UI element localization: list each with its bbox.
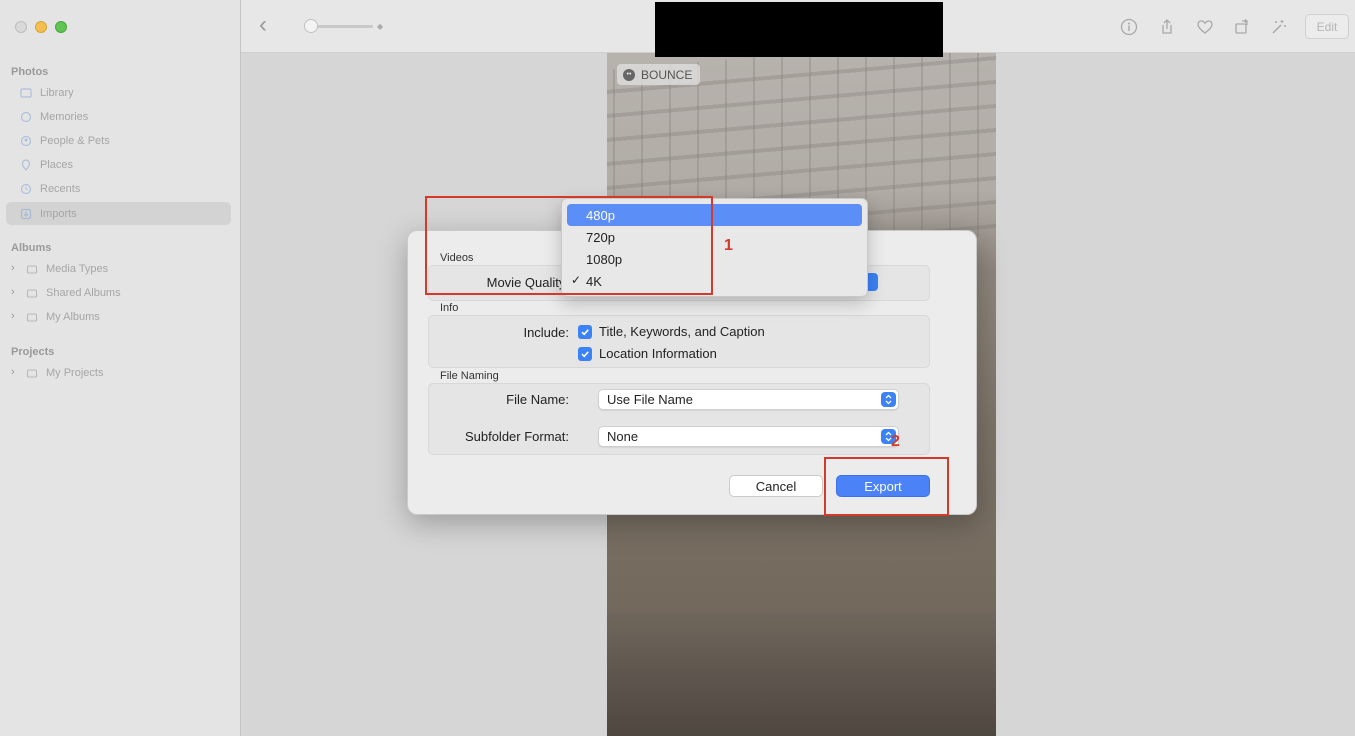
shared-album-icon [26,288,38,298]
info-group: Include: Title, Keywords, and Caption Lo… [428,315,930,368]
chevron-right-icon[interactable]: › [11,262,15,274]
file-naming-group: File Name: Use File Name Subfolder Forma… [428,383,930,455]
sidebar-item-label: Library [40,86,74,99]
updown-chevron-icon [881,392,896,407]
magic-wand-icon[interactable] [1268,16,1290,38]
sidebar-item-label: Shared Albums [46,286,121,299]
sidebar-item-memories[interactable]: Memories [6,105,231,128]
folder-icon [26,368,38,378]
sidebar-item-shared-albums[interactable]: › Shared Albums [6,281,231,304]
sidebar-item-label: People & Pets [40,134,110,147]
heart-icon[interactable] [1194,16,1216,38]
sidebar-item-media-types[interactable]: › Media Types [6,257,231,280]
checkmark-icon [581,328,589,335]
edit-button[interactable]: Edit [1305,14,1349,39]
share-icon[interactable] [1156,16,1178,38]
include-label: Include: [523,325,569,340]
annotation-number-2: 2 [891,433,900,450]
info-group-label: Info [440,302,459,314]
library-icon [20,87,32,98]
annotation-box-export [824,457,949,516]
sidebar-item-recents[interactable]: Recents [6,177,231,200]
chevron-right-icon[interactable]: › [11,366,15,378]
sidebar-item-my-albums[interactable]: › My Albums [6,305,231,328]
places-icon [21,158,31,171]
window-close-button[interactable] [15,21,27,33]
photo-shadow-region [607,613,996,736]
zoom-slider-knob[interactable] [304,19,318,33]
sidebar-section-photos: Photos [11,66,49,78]
include-title-keywords-row[interactable]: Title, Keywords, and Caption [578,324,765,339]
zoom-slider-end-icon: ◆ [377,22,384,31]
cancel-button[interactable]: Cancel [729,475,823,497]
info-icon[interactable] [1118,16,1140,38]
imports-icon [20,208,32,219]
folder-icon [26,312,38,322]
file-name-value: Use File Name [607,392,693,407]
sidebar-item-label: Imports [40,207,77,220]
sidebar-section-albums: Albums [11,242,52,254]
checkmark-icon [581,350,589,357]
sidebar-item-label: My Albums [46,310,100,323]
sidebar-item-label: Memories [40,110,89,123]
title-keywords-label: Title, Keywords, and Caption [599,324,765,339]
chevron-right-icon[interactable]: › [11,310,15,322]
location-checkbox[interactable] [578,346,592,361]
sidebar-item-places[interactable]: Places [6,153,231,176]
sidebar-section-projects: Projects [11,346,55,358]
chevron-right-icon[interactable]: › [11,286,15,298]
include-location-row[interactable]: Location Information [578,346,717,361]
back-chevron-icon[interactable]: ‹ [259,13,267,37]
sidebar-item-imports[interactable]: Imports [6,202,231,225]
people-icon [20,135,32,146]
sidebar-item-label: Recents [40,182,81,195]
sidebar-item-label: My Projects [46,366,104,379]
annotation-box-quality [425,196,713,295]
subfolder-format-label: Subfolder Format: [464,429,569,444]
file-name-label: File Name: [506,392,569,407]
sidebar-item-my-projects[interactable]: › My Projects [6,361,231,384]
bounce-icon: •• [623,68,635,81]
folder-icon [26,264,38,274]
redacted-title [655,2,943,57]
rotate-icon[interactable] [1231,16,1253,38]
recents-icon [20,183,32,194]
toolbar: ‹ ◆ Edit [241,0,1355,57]
sidebar-item-people-pets[interactable]: People & Pets [6,129,231,152]
file-naming-group-label: File Naming [440,370,499,382]
annotation-number-1: 1 [724,237,733,254]
sidebar-item-label: Media Types [46,262,109,275]
location-label: Location Information [599,346,717,361]
sidebar: Photos Library Memories People & Pets Pl… [0,0,241,736]
bounce-badge[interactable]: •• BOUNCE [617,64,701,85]
sidebar-item-library[interactable]: Library [6,81,231,104]
memories-icon [20,111,32,122]
bounce-label: BOUNCE [641,67,693,82]
window-zoom-button[interactable] [55,21,67,33]
title-keywords-checkbox[interactable] [578,324,592,339]
sidebar-item-label: Places [40,158,74,171]
file-name-select[interactable]: Use File Name [598,389,899,410]
window-minimize-button[interactable] [35,21,47,33]
subfolder-format-select[interactable]: None [598,426,899,447]
subfolder-format-value: None [607,429,639,444]
